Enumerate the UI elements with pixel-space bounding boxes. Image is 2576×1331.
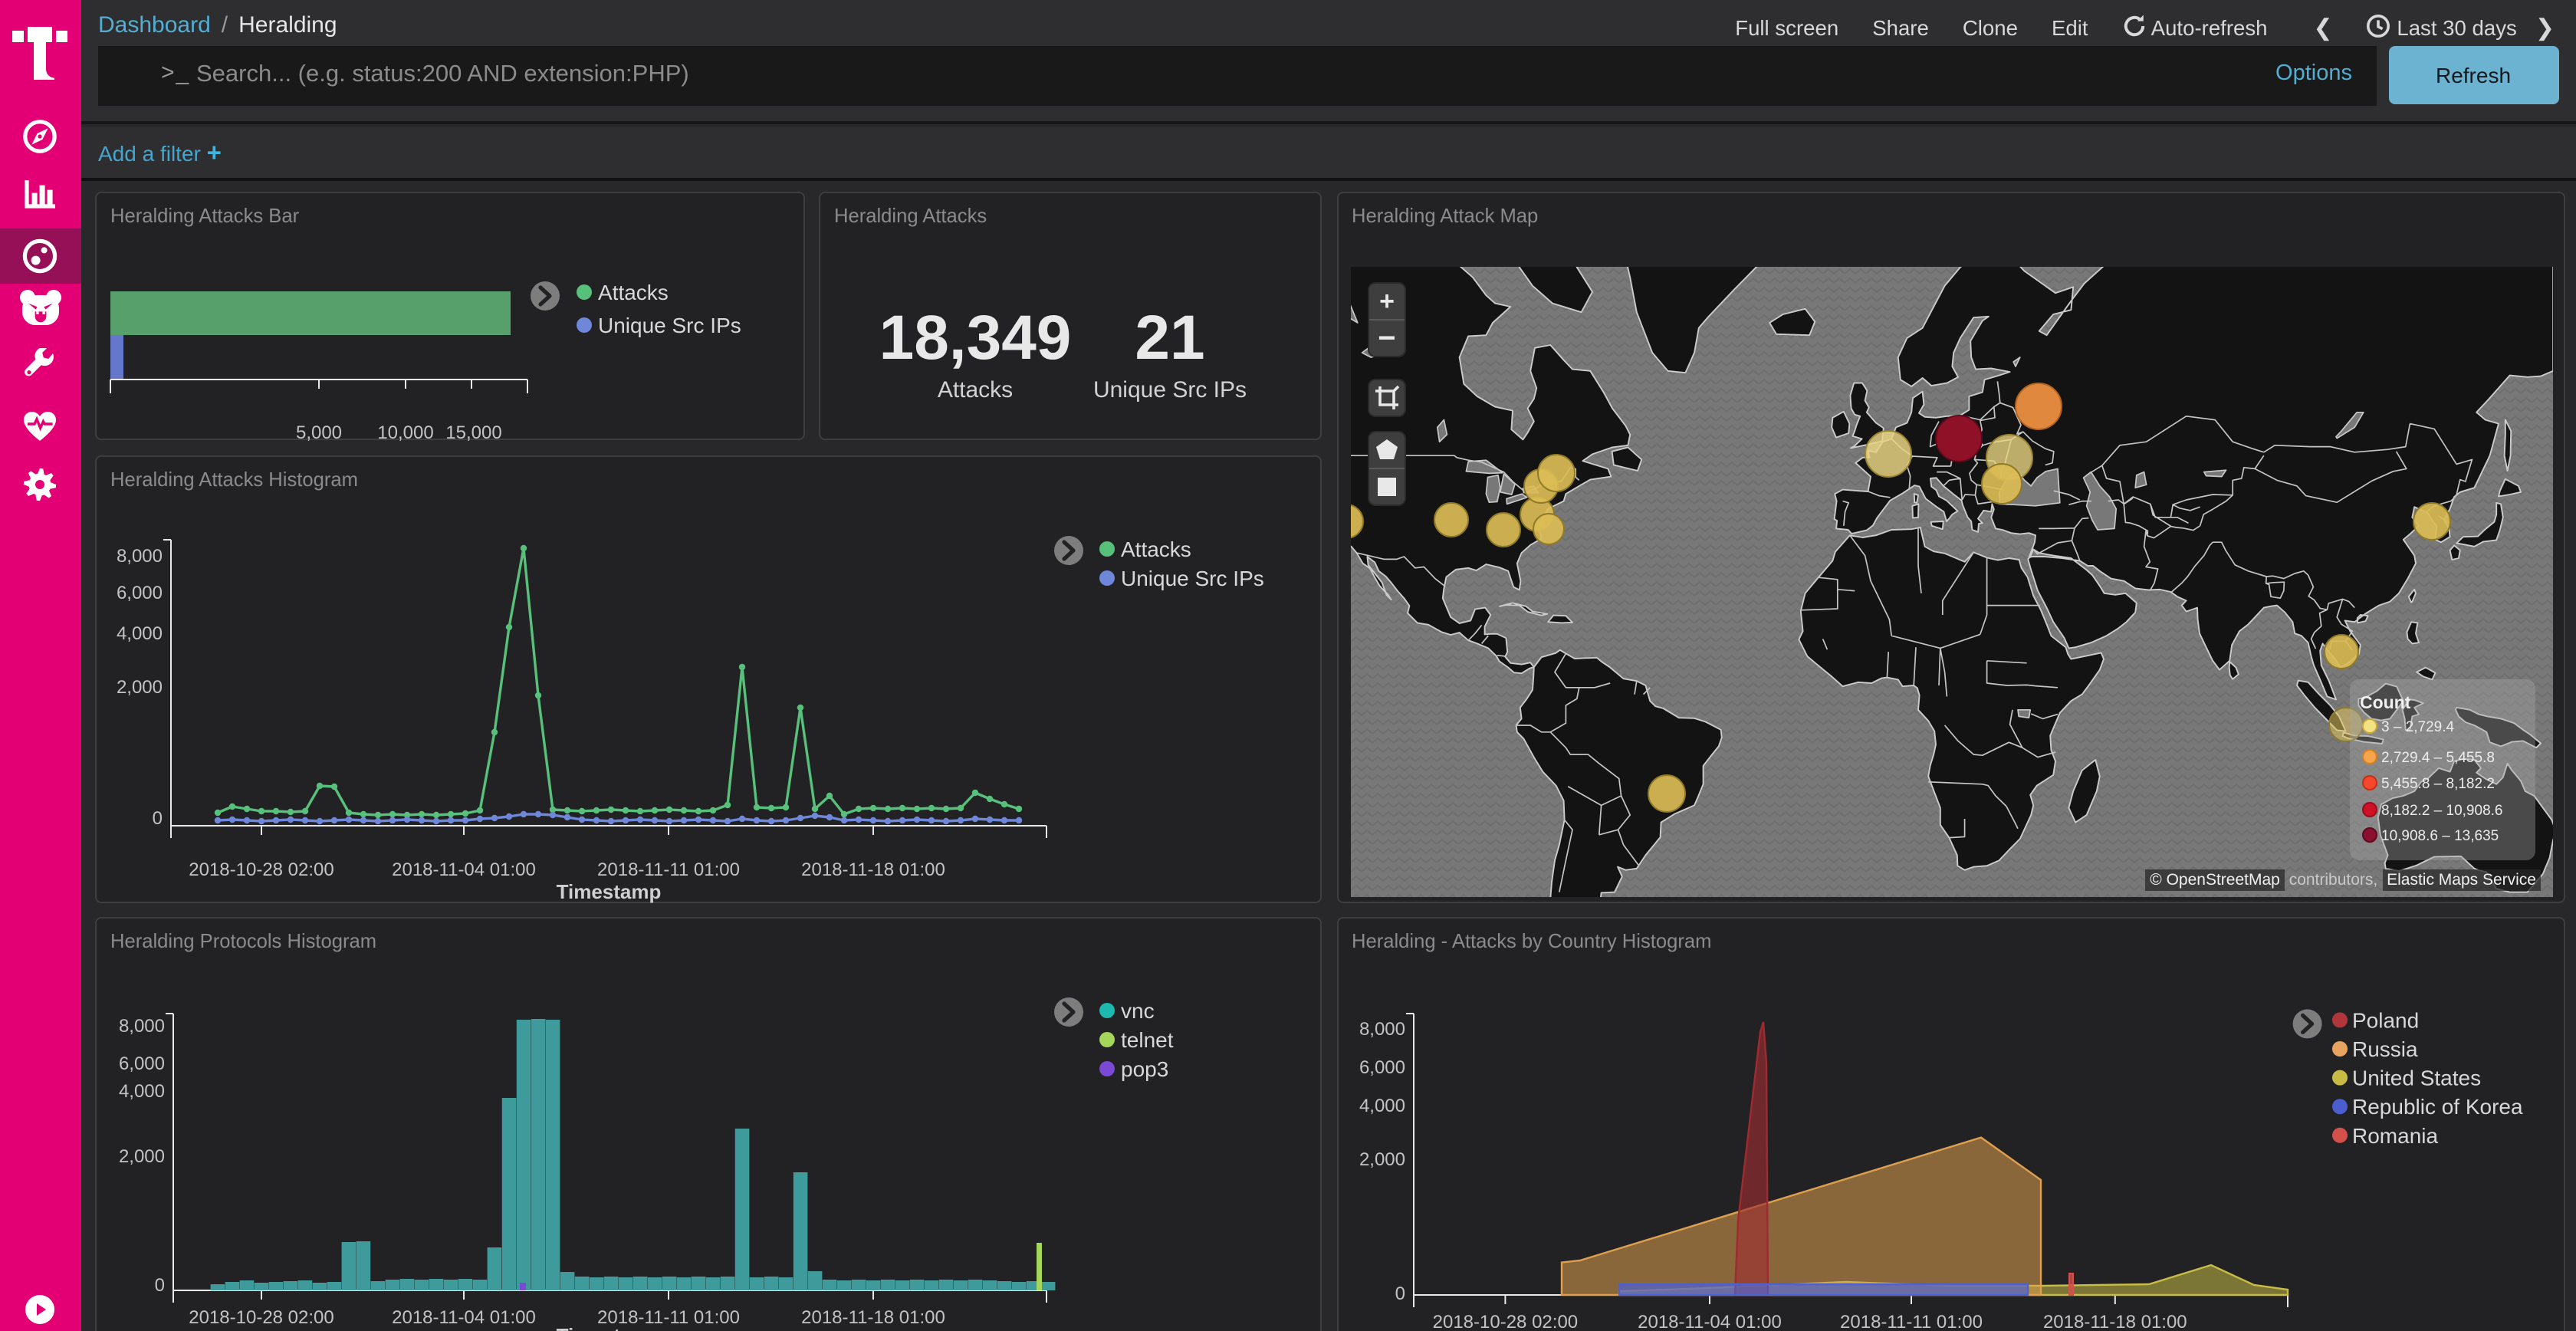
svg-text:Count: Count xyxy=(2360,692,2411,712)
svg-text:Attacks: Attacks xyxy=(1121,537,1191,560)
svg-text:2018-10-28 02:00: 2018-10-28 02:00 xyxy=(1432,1312,1577,1331)
svg-text:2018-11-04 01:00: 2018-11-04 01:00 xyxy=(392,1307,536,1328)
svg-text:2018-11-18 01:00: 2018-11-18 01:00 xyxy=(801,859,945,879)
svg-text:2,000: 2,000 xyxy=(1359,1149,1405,1170)
svg-text:4,000: 4,000 xyxy=(117,623,163,643)
svg-text:10,000: 10,000 xyxy=(377,422,433,441)
svg-text:15,000: 15,000 xyxy=(445,422,501,441)
svg-text:pop3: pop3 xyxy=(1121,1057,1168,1081)
svg-text:2018-10-28 02:00: 2018-10-28 02:00 xyxy=(189,859,334,879)
svg-text:Unique Src IPs: Unique Src IPs xyxy=(598,313,741,337)
svg-text:3 – 2,729.4: 3 – 2,729.4 xyxy=(2381,719,2455,735)
svg-text:6,000: 6,000 xyxy=(119,1053,165,1074)
svg-text:Poland: Poland xyxy=(2351,1008,2418,1032)
svg-text:2018-11-18 01:00: 2018-11-18 01:00 xyxy=(801,1307,945,1328)
svg-text:5,000: 5,000 xyxy=(296,422,342,441)
svg-text:Unique Src IPs: Unique Src IPs xyxy=(1121,566,1264,590)
svg-text:4,000: 4,000 xyxy=(119,1081,165,1102)
svg-text:0: 0 xyxy=(1395,1283,1405,1304)
svg-text:4,000: 4,000 xyxy=(1359,1096,1405,1116)
svg-text:Timestamp: Timestamp xyxy=(557,1324,662,1331)
svg-text:8,000: 8,000 xyxy=(1359,1019,1405,1040)
svg-text:2,000: 2,000 xyxy=(117,676,163,697)
svg-text:2018-11-18 01:00: 2018-11-18 01:00 xyxy=(2042,1312,2187,1331)
svg-text:Romania: Romania xyxy=(2351,1124,2437,1148)
svg-text:2018-10-28 02:00: 2018-10-28 02:00 xyxy=(189,1307,334,1328)
svg-text:10,908.6 – 13,635: 10,908.6 – 13,635 xyxy=(2381,828,2499,844)
svg-text:2018-11-04 01:00: 2018-11-04 01:00 xyxy=(1637,1312,1781,1331)
svg-text:0: 0 xyxy=(153,807,163,828)
svg-text:Timestamp: Timestamp xyxy=(557,879,662,902)
svg-text:8,000: 8,000 xyxy=(117,545,163,566)
svg-text:Russia: Russia xyxy=(2351,1037,2417,1061)
svg-text:8,000: 8,000 xyxy=(119,1016,165,1037)
svg-text:2018-11-11 01:00: 2018-11-11 01:00 xyxy=(597,859,740,879)
svg-text:vnc: vnc xyxy=(1121,999,1155,1023)
svg-text:Attacks: Attacks xyxy=(598,280,669,304)
svg-text:2018-11-04 01:00: 2018-11-04 01:00 xyxy=(392,859,536,879)
svg-text:Republic of Korea: Republic of Korea xyxy=(2351,1095,2522,1119)
svg-text:2,729.4 – 5,455.8: 2,729.4 – 5,455.8 xyxy=(2381,750,2495,766)
svg-text:telnet: telnet xyxy=(1121,1028,1174,1052)
svg-text:5,455.8 – 8,182.2: 5,455.8 – 8,182.2 xyxy=(2381,776,2495,792)
svg-text:United States: United States xyxy=(2351,1066,2480,1090)
svg-text:8,182.2 – 10,908.6: 8,182.2 – 10,908.6 xyxy=(2381,803,2502,819)
svg-text:6,000: 6,000 xyxy=(117,582,163,603)
svg-text:0: 0 xyxy=(155,1275,165,1296)
svg-text:2,000: 2,000 xyxy=(119,1146,165,1167)
svg-text:6,000: 6,000 xyxy=(1359,1057,1405,1078)
